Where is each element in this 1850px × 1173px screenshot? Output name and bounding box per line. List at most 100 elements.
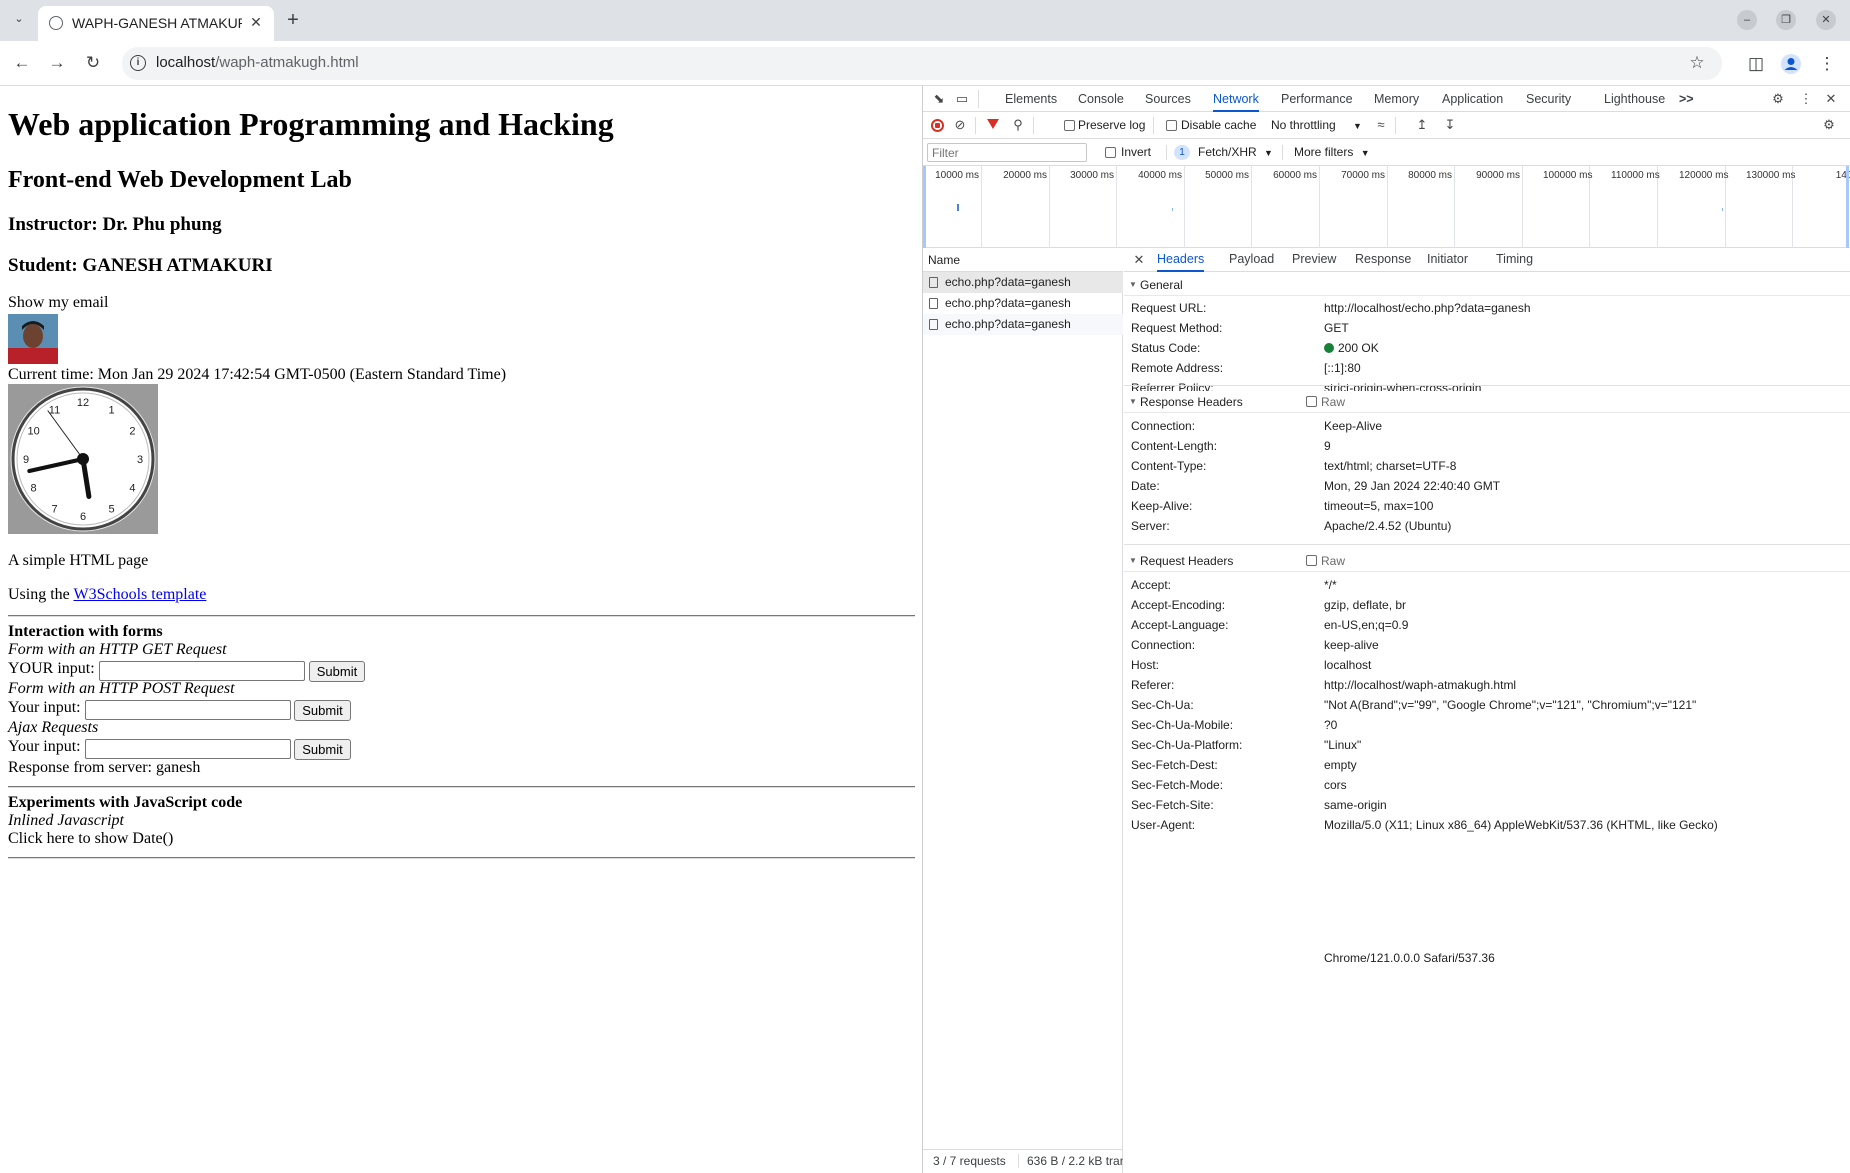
close-tab-icon[interactable]: ✕ xyxy=(246,12,266,32)
header-value[interactable]: keep-alive xyxy=(1324,637,1379,654)
network-settings-icon[interactable]: ⚙ xyxy=(1820,116,1838,134)
address-bar[interactable]: i localhost/waph-atmakugh.html ☆ xyxy=(122,47,1722,80)
url-text[interactable]: localhost/waph-atmakugh.html xyxy=(156,54,359,71)
minimize-icon[interactable]: – xyxy=(1737,10,1757,30)
header-value[interactable]: "Not A(Brand";v="99", "Google Chrome";v=… xyxy=(1324,697,1696,714)
more-filters-dropdown[interactable]: More filters ▼ xyxy=(1294,145,1370,159)
header-value[interactable]: text/html; charset=UTF-8 xyxy=(1324,458,1456,475)
preserve-log-checkbox[interactable] xyxy=(1064,120,1075,131)
import-har-icon[interactable]: ↥ xyxy=(1413,116,1431,134)
tab-network[interactable]: Network xyxy=(1213,86,1259,112)
get-submit-button[interactable]: Submit xyxy=(309,661,365,682)
tab-payload[interactable]: Payload xyxy=(1229,248,1274,272)
tab-elements[interactable]: Elements xyxy=(1005,86,1057,112)
header-value[interactable]: Apache/2.4.52 (Ubuntu) xyxy=(1324,518,1451,535)
header-value[interactable]: en-US,en;q=0.9 xyxy=(1324,617,1408,634)
header-value[interactable]: gzip, deflate, br xyxy=(1324,597,1406,614)
bookmark-star-icon[interactable]: ☆ xyxy=(1686,52,1708,74)
header-value[interactable]: Mozilla/5.0 (X11; Linux x86_64) AppleWeb… xyxy=(1324,817,1718,834)
tab-initiator[interactable]: Initiator xyxy=(1427,248,1468,272)
tab-application[interactable]: Application xyxy=(1442,86,1503,112)
request-row[interactable]: echo.php?data=ganesh xyxy=(923,272,1123,293)
new-tab-icon[interactable]: + xyxy=(282,9,304,31)
inspect-element-icon[interactable]: ⬊ xyxy=(930,90,948,108)
w3schools-link[interactable]: W3Schools template xyxy=(74,586,207,603)
header-value[interactable]: http://localhost/waph-atmakugh.html xyxy=(1324,677,1516,694)
device-toolbar-icon[interactable]: ▭ xyxy=(953,90,971,108)
request-headers-title: Request Headers xyxy=(1140,554,1234,568)
header-value[interactable]: Keep-Alive xyxy=(1324,418,1382,435)
header-value[interactable]: Mon, 29 Jan 2024 22:40:40 GMT xyxy=(1324,478,1500,495)
tab-console[interactable]: Console xyxy=(1078,86,1124,112)
forward-icon[interactable]: → xyxy=(43,49,71,77)
profile-avatar-icon[interactable] xyxy=(1780,53,1802,75)
devtools-menu-icon[interactable]: ⋮ xyxy=(1797,90,1815,108)
filter-funnel-icon[interactable] xyxy=(987,119,999,129)
response-headers-section-header[interactable]: ▼ Response Headers Raw xyxy=(1124,391,1850,413)
header-value[interactable]: 9 xyxy=(1324,438,1331,455)
reload-icon[interactable]: ↻ xyxy=(79,49,107,77)
window-close-icon[interactable]: ✕ xyxy=(1816,10,1836,30)
header-value[interactable]: cors xyxy=(1324,777,1347,794)
record-icon[interactable] xyxy=(931,119,944,132)
tab-timing[interactable]: Timing xyxy=(1496,248,1533,272)
tab-security[interactable]: Security xyxy=(1526,86,1571,112)
timeline-right-handle[interactable] xyxy=(1846,166,1849,248)
name-column-header[interactable]: Name xyxy=(928,253,960,267)
request-list-header[interactable]: Name xyxy=(923,248,1123,272)
general-section-header[interactable]: ▼ General xyxy=(1124,274,1850,296)
raw-checkbox[interactable] xyxy=(1306,396,1317,407)
tab-memory[interactable]: Memory xyxy=(1374,86,1419,112)
search-icon[interactable]: ⚲ xyxy=(1009,116,1027,134)
invert-checkbox[interactable] xyxy=(1105,147,1116,158)
filter-input[interactable] xyxy=(927,143,1087,162)
raw-checkbox[interactable] xyxy=(1306,555,1317,566)
header-value[interactable]: localhost xyxy=(1324,657,1371,674)
show-date-text[interactable]: Click here to show Date() xyxy=(8,830,173,848)
request-headers-section-header[interactable]: ▼ Request Headers Raw xyxy=(1124,550,1850,572)
back-icon[interactable]: ← xyxy=(8,49,36,77)
browser-tab[interactable]: WAPH-GANESH ATMAKURI ✕ xyxy=(38,6,274,41)
get-input-field[interactable] xyxy=(99,661,305,681)
tab-response[interactable]: Response xyxy=(1355,248,1411,272)
header-value[interactable]: same-origin xyxy=(1324,797,1387,814)
tab-preview[interactable]: Preview xyxy=(1292,248,1336,272)
close-details-icon[interactable]: ✕ xyxy=(1130,251,1148,269)
show-email-text[interactable]: Show my email xyxy=(8,294,108,312)
close-devtools-icon[interactable]: ✕ xyxy=(1822,90,1840,108)
header-value[interactable]: "Linux" xyxy=(1324,737,1361,754)
ajax-input-field[interactable] xyxy=(85,739,291,759)
more-tabs-icon[interactable]: >> xyxy=(1679,86,1694,112)
fetch-xhr-filter[interactable]: Fetch/XHR ▼ xyxy=(1198,145,1273,159)
ajax-submit-button[interactable]: Submit xyxy=(294,739,351,760)
tab-performance[interactable]: Performance xyxy=(1281,86,1353,112)
post-input-field[interactable] xyxy=(85,700,291,720)
side-panel-icon[interactable]: ◫ xyxy=(1745,53,1767,75)
throttling-select[interactable]: No throttling ▼ xyxy=(1271,118,1362,132)
site-info-icon[interactable]: i xyxy=(130,55,146,71)
settings-gear-icon[interactable]: ⚙ xyxy=(1769,90,1787,108)
header-value[interactable]: 200 OK xyxy=(1324,340,1379,357)
header-value[interactable]: http://localhost/echo.php?data=ganesh xyxy=(1324,300,1531,317)
header-value[interactable]: timeout=5, max=100 xyxy=(1324,498,1433,515)
header-value[interactable]: empty xyxy=(1324,757,1357,774)
chrome-menu-icon[interactable]: ⋮ xyxy=(1816,53,1838,75)
restore-icon[interactable]: ❐ xyxy=(1776,10,1796,30)
request-row[interactable]: echo.php?data=ganesh xyxy=(923,314,1123,335)
timeline-left-handle[interactable] xyxy=(923,166,926,248)
tab-lighthouse[interactable]: Lighthouse xyxy=(1604,86,1665,112)
disable-cache-checkbox[interactable] xyxy=(1166,120,1177,131)
header-value[interactable]: [::1]:80 xyxy=(1324,360,1361,377)
clear-icon[interactable]: ⊘ xyxy=(951,116,969,134)
tab-sources[interactable]: Sources xyxy=(1145,86,1191,112)
export-har-icon[interactable]: ↧ xyxy=(1441,116,1459,134)
network-overview-timeline[interactable]: 10000 ms 20000 ms 30000 ms 40000 ms 50000 ms… xyxy=(923,166,1850,248)
post-submit-button[interactable]: Submit xyxy=(294,700,351,721)
header-value[interactable]: */* xyxy=(1324,577,1337,594)
tab-headers[interactable]: Headers xyxy=(1157,248,1205,272)
header-value[interactable]: ?0 xyxy=(1324,717,1337,734)
tab-search-icon[interactable]: ⌄ xyxy=(8,8,30,30)
network-conditions-icon[interactable]: ≈ xyxy=(1372,116,1390,134)
request-row[interactable]: echo.php?data=ganesh xyxy=(923,293,1123,314)
header-value[interactable]: GET xyxy=(1324,320,1349,337)
